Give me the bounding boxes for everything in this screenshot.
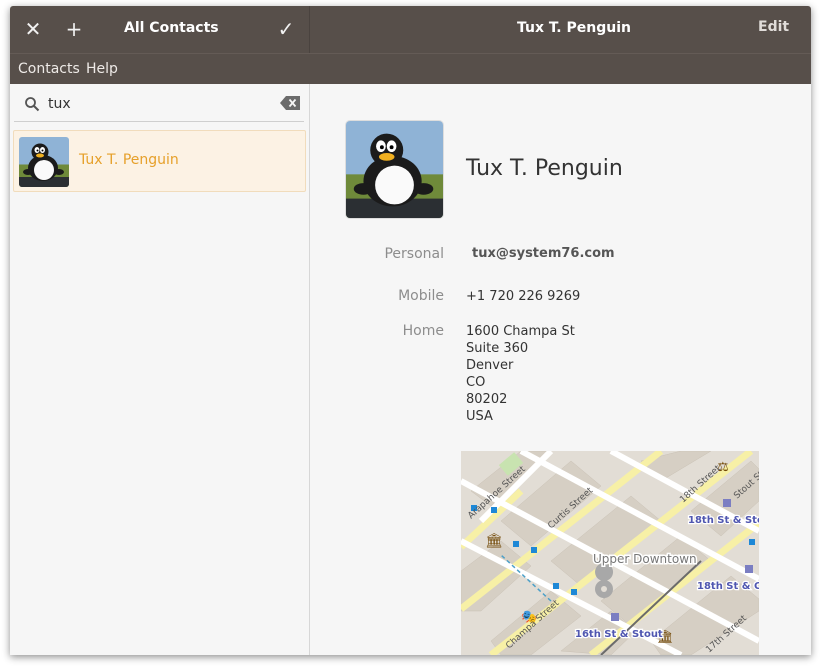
contact-detail-pane: Tux T. Penguin Personal tux@system76.com…: [310, 84, 811, 655]
contact-name-heading: Tux T. Penguin: [466, 156, 623, 181]
contact-title: Tux T. Penguin: [517, 20, 631, 36]
address-line: 80202: [466, 392, 508, 407]
contact-list-sidebar: Tux T. Penguin: [10, 84, 310, 655]
map-label: 18th St & Stout: [688, 515, 759, 526]
menu-help[interactable]: Help: [86, 61, 118, 77]
home-address-label: Home: [402, 323, 444, 339]
personal-email-label: Personal: [384, 246, 444, 262]
contact-avatar: [19, 137, 69, 187]
header-left-section: ✕ + All Contacts ✓: [10, 6, 310, 53]
address-line: USA: [466, 409, 493, 424]
mobile-value[interactable]: +1 720 226 9269: [466, 289, 580, 304]
contact-photo: [346, 121, 443, 218]
search-input[interactable]: [48, 92, 268, 116]
edit-button[interactable]: Edit: [758, 19, 789, 35]
list-title: All Contacts: [124, 20, 219, 36]
search-icon: [25, 97, 40, 112]
map-label: 16th St & Stout: [575, 629, 663, 640]
address-line: 1600 Champa St: [466, 324, 575, 339]
personal-email-value[interactable]: tux@system76.com: [472, 246, 615, 261]
contact-list-item[interactable]: Tux T. Penguin: [13, 130, 306, 192]
home-address-value[interactable]: 1600 Champa St Suite 360 Denver CO 80202…: [466, 323, 575, 425]
map-label: Upper Downtown: [593, 552, 697, 566]
svg-text:🏛: 🏛: [485, 532, 503, 549]
mobile-label: Mobile: [398, 288, 444, 304]
menu-contacts[interactable]: Contacts: [18, 61, 80, 77]
close-icon[interactable]: ✕: [21, 17, 45, 41]
address-line: CO: [466, 375, 486, 390]
map-label: 18th St & Ca: [697, 581, 759, 592]
contacts-window: ✕ + All Contacts ✓ Tux T. Penguin Edit C…: [10, 6, 811, 655]
add-contact-button[interactable]: +: [62, 17, 86, 41]
address-map[interactable]: 🏛 🏛 ⚖ 🎭 Arapahoe Street Curtis Street 18…: [461, 451, 759, 655]
header-bar: ✕ + All Contacts ✓ Tux T. Penguin Edit: [10, 6, 811, 53]
check-icon[interactable]: ✓: [274, 17, 298, 41]
search-bar: [14, 86, 304, 122]
contact-list-name: Tux T. Penguin: [79, 152, 179, 168]
address-line: Denver: [466, 358, 514, 373]
clear-search-icon[interactable]: [280, 96, 300, 110]
menu-bar: Contacts Help: [10, 53, 811, 84]
address-line: Suite 360: [466, 341, 529, 356]
